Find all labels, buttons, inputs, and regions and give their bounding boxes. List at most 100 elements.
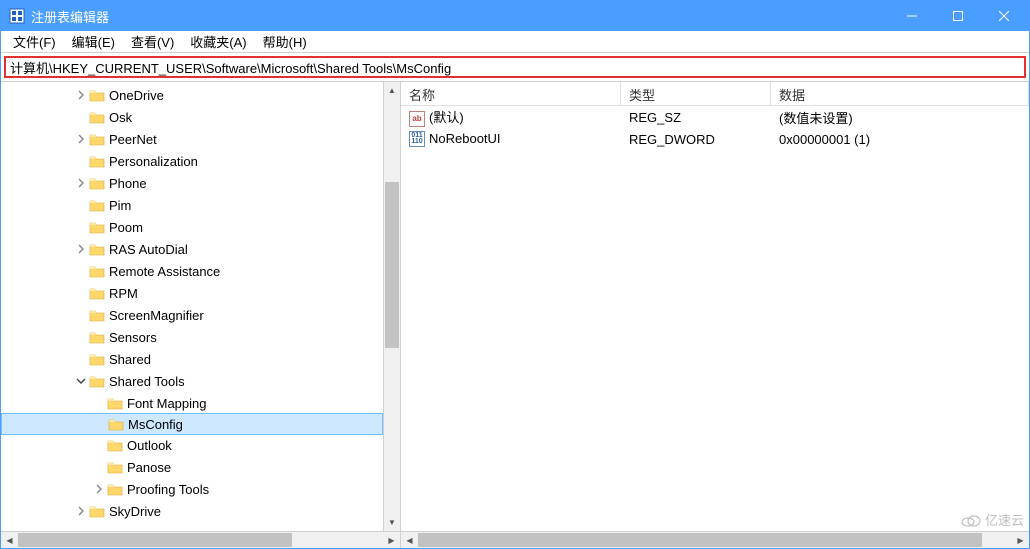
scroll-track[interactable] (18, 532, 383, 548)
minimize-button[interactable] (889, 1, 935, 31)
tree-item-label: Shared Tools (109, 374, 185, 389)
tree-item[interactable]: ScreenMagnifier (1, 304, 383, 326)
chevron-right-icon[interactable] (73, 131, 89, 147)
folder-icon (89, 330, 105, 344)
value-name: NoRebootUI (429, 131, 501, 146)
tree-item-label: Poom (109, 220, 143, 235)
menubar: 文件(F) 编辑(E) 查看(V) 收藏夹(A) 帮助(H) (1, 31, 1029, 53)
menu-favorites[interactable]: 收藏夹(A) (182, 30, 254, 53)
scroll-right-arrow-icon[interactable]: ▶ (383, 532, 400, 548)
tree-item[interactable]: Shared (1, 348, 383, 370)
value-data: (数值未设置) (771, 108, 1029, 127)
tree-item[interactable]: Sensors (1, 326, 383, 348)
folder-icon (89, 286, 105, 300)
folder-icon (89, 352, 105, 366)
folder-icon (89, 88, 105, 102)
chevron-right-icon[interactable] (73, 241, 89, 257)
tree-item-label: ScreenMagnifier (109, 308, 204, 323)
tree-item[interactable]: OneDrive (1, 84, 383, 106)
menu-help[interactable]: 帮助(H) (255, 30, 315, 53)
tree-item-label: Osk (109, 110, 132, 125)
column-header-name[interactable]: 名称 (401, 82, 621, 105)
chevron-right-icon[interactable] (73, 503, 89, 519)
scroll-right-arrow-icon[interactable]: ▶ (1012, 532, 1029, 548)
scroll-up-arrow-icon[interactable]: ▲ (384, 82, 400, 99)
tree-item-label: OneDrive (109, 88, 164, 103)
tree-item[interactable]: Osk (1, 106, 383, 128)
addressbar-container: 计算机\HKEY_CURRENT_USER\Software\Microsoft… (1, 53, 1029, 82)
scroll-thumb[interactable] (18, 533, 292, 547)
scroll-left-arrow-icon[interactable]: ◀ (1, 532, 18, 548)
tree-vertical-scrollbar[interactable]: ▲ ▼ (383, 82, 400, 531)
tree-item-label: PeerNet (109, 132, 157, 147)
registry-tree[interactable]: OneDrive Osk PeerNet Personalization Phone Pi… (1, 82, 383, 524)
tree-item-label: SkyDrive (109, 504, 161, 519)
scroll-track[interactable] (384, 99, 400, 514)
scroll-track[interactable] (418, 532, 1012, 548)
chevron-right-icon[interactable] (73, 87, 89, 103)
value-row[interactable]: ab(默认)REG_SZ(数值未设置) (401, 106, 1029, 128)
folder-icon (89, 176, 105, 190)
tree-horizontal-scrollbar[interactable]: ◀ ▶ (1, 531, 400, 548)
tree-item[interactable]: Poom (1, 216, 383, 238)
value-row[interactable]: 011110NoRebootUIREG_DWORD0x00000001 (1) (401, 128, 1029, 150)
values-pane: 名称 类型 数据 ab(默认)REG_SZ(数值未设置) 011110 NoRebo… (401, 82, 1029, 548)
folder-icon (107, 460, 123, 474)
scroll-thumb[interactable] (385, 182, 399, 348)
tree-item-label: MsConfig (128, 417, 183, 432)
tree-item[interactable]: MsConfig (1, 413, 383, 435)
tree-item[interactable]: RAS AutoDial (1, 238, 383, 260)
column-header-data[interactable]: 数据 (771, 82, 1029, 105)
chevron-right-icon[interactable] (91, 481, 107, 497)
tree-item[interactable]: Proofing Tools (1, 478, 383, 500)
tree-item[interactable]: RPM (1, 282, 383, 304)
values-horizontal-scrollbar[interactable]: ◀ ▶ (401, 531, 1029, 548)
value-name: (默认) (429, 110, 464, 125)
chevron-right-icon[interactable] (73, 175, 89, 191)
chevron-down-icon[interactable] (73, 373, 89, 389)
maximize-button[interactable] (935, 1, 981, 31)
folder-icon (89, 198, 105, 212)
menu-file[interactable]: 文件(F) (5, 30, 64, 53)
tree-item[interactable]: Personalization (1, 150, 383, 172)
scroll-left-arrow-icon[interactable]: ◀ (401, 532, 418, 548)
tree-item[interactable]: Remote Assistance (1, 260, 383, 282)
titlebar: 注册表编辑器 (1, 1, 1029, 31)
tree-item[interactable]: SkyDrive (1, 500, 383, 522)
tree-item[interactable]: Phone (1, 172, 383, 194)
tree-item[interactable]: PeerNet (1, 128, 383, 150)
tree-item-label: Proofing Tools (127, 482, 209, 497)
dword-value-icon: 011110 (409, 131, 425, 147)
tree-item-label: RAS AutoDial (109, 242, 188, 257)
regedit-icon (9, 8, 25, 24)
tree-item[interactable]: Shared Tools (1, 370, 383, 392)
folder-icon (89, 308, 105, 322)
scroll-down-arrow-icon[interactable]: ▼ (384, 514, 400, 531)
menu-view[interactable]: 查看(V) (123, 30, 182, 53)
values-list[interactable]: ab(默认)REG_SZ(数值未设置)011110NoRebootUIREG_D… (401, 106, 1029, 531)
tree-item[interactable]: Panose (1, 456, 383, 478)
scroll-thumb[interactable] (418, 533, 982, 547)
addressbar[interactable]: 计算机\HKEY_CURRENT_USER\Software\Microsoft… (4, 56, 1026, 78)
tree-item-label: Panose (127, 460, 171, 475)
tree-item-label: Personalization (109, 154, 198, 169)
values-header: 名称 类型 数据 (401, 82, 1029, 106)
tree-item-label: Sensors (109, 330, 157, 345)
tree-item-label: Shared (109, 352, 151, 367)
folder-icon (89, 220, 105, 234)
close-button[interactable] (981, 1, 1027, 31)
folder-icon (107, 396, 123, 410)
tree-item-label: Pim (109, 198, 131, 213)
folder-icon (107, 482, 123, 496)
tree-item[interactable]: Pim (1, 194, 383, 216)
address-text: 计算机\HKEY_CURRENT_USER\Software\Microsoft… (10, 58, 451, 77)
tree-item-label: Phone (109, 176, 147, 191)
column-header-type[interactable]: 类型 (621, 82, 771, 105)
tree-item[interactable]: Outlook (1, 434, 383, 456)
tree-pane: OneDrive Osk PeerNet Personalization Phone Pi… (1, 82, 401, 548)
tree-item-label: Remote Assistance (109, 264, 220, 279)
menu-edit[interactable]: 编辑(E) (64, 30, 123, 53)
tree-item-label: RPM (109, 286, 138, 301)
tree-item[interactable]: Font Mapping (1, 392, 383, 414)
folder-icon (108, 417, 124, 431)
